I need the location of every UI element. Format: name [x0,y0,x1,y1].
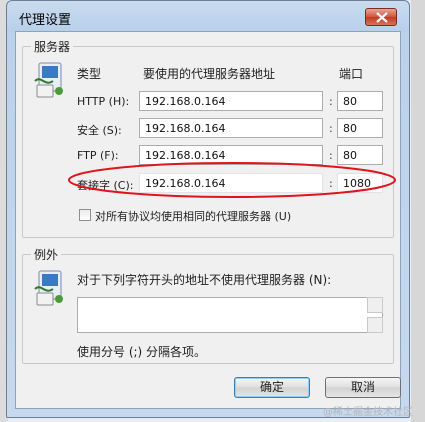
http-colon: : [329,95,333,108]
proxy-settings-dialog: 代理设置 服务器 类型 要使用的代理服务器地址 端口 HTTP (H): 192… [6,0,410,418]
column-address-header: 要使用的代理服务器地址 [143,67,276,81]
computer-proxy-icon [34,62,63,98]
secure-port-input[interactable]: 80 [337,118,383,138]
close-button[interactable] [365,8,397,26]
socks-label: 套接字 (C): [77,179,134,192]
cancel-button[interactable]: 取消 [325,377,401,398]
socks-colon: : [329,177,333,190]
exceptions-group: 例外 对于下列字符开头的地址不使用代理服务器 (N): 使用分号 (;) 分隔各… [22,246,394,364]
http-port-input[interactable]: 80 [337,91,383,111]
ok-button[interactable]: 确定 [234,377,310,398]
column-type-header: 类型 [77,67,102,81]
servers-group: 服务器 类型 要使用的代理服务器地址 端口 HTTP (H): 192.168.… [22,38,394,238]
ftp-address-input[interactable]: 192.168.0.164 [139,145,323,165]
exceptions-textarea[interactable] [77,297,383,333]
dialog-client-area: 服务器 类型 要使用的代理服务器地址 端口 HTTP (H): 192.168.… [15,31,401,409]
socks-port-input[interactable]: 1080 [337,173,383,193]
ftp-label: FTP (F): [77,149,119,162]
same-proxy-checkbox[interactable] [79,209,91,221]
background-window-right [411,0,425,422]
scroll-down-arrow[interactable] [367,317,383,333]
exceptions-computer-icon [34,270,63,306]
dialog-title: 代理设置 [19,13,72,28]
close-icon [376,12,388,23]
secure-colon: : [329,122,333,135]
watermark: @稀土掘金技术社区 [323,407,413,418]
secure-label: 安全 (S): [77,124,122,137]
ftp-colon: : [329,149,333,162]
column-port-header: 端口 [339,67,364,81]
ftp-port-input[interactable]: 80 [337,145,383,165]
socks-address-input[interactable]: 192.168.0.164 [139,173,323,193]
same-proxy-label: 对所有协议均使用相同的代理服务器 (U) [95,210,292,223]
secure-address-input[interactable]: 192.168.0.164 [139,118,323,138]
scroll-up-arrow[interactable] [367,297,383,313]
exceptions-legend: 例外 [31,246,62,263]
http-address-input[interactable]: 192.168.0.164 [139,91,323,111]
servers-legend: 服务器 [31,38,74,55]
http-label: HTTP (H): [77,95,130,108]
exceptions-description: 对于下列字符开头的地址不使用代理服务器 (N): [77,273,332,287]
exceptions-hint: 使用分号 (;) 分隔各项。 [77,345,207,359]
